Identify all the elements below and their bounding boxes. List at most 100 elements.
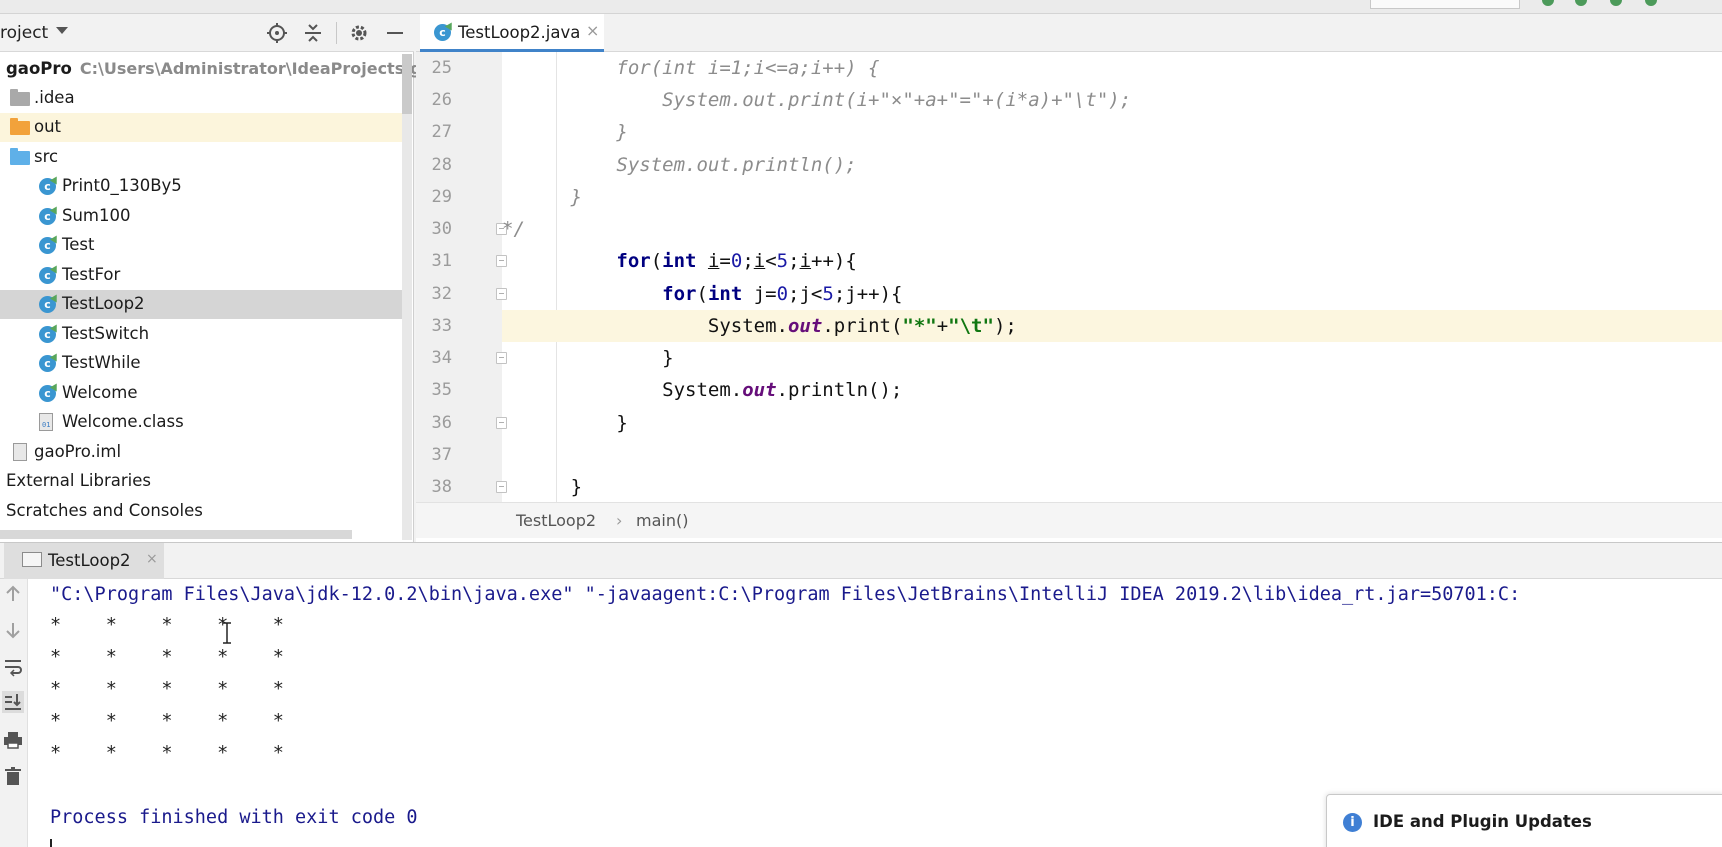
gear-icon[interactable] xyxy=(348,22,370,44)
project-scrollbar-thumb[interactable] xyxy=(402,54,412,114)
profile-icon[interactable] xyxy=(1645,0,1657,6)
tree-item-out[interactable]: out xyxy=(0,113,412,142)
tab-testloop2-java[interactable]: c TestLoop2.java × xyxy=(420,14,604,52)
run-icon[interactable] xyxy=(1542,0,1554,6)
close-icon[interactable]: × xyxy=(146,551,158,567)
folder-icon xyxy=(10,148,30,165)
run-toolbar xyxy=(0,579,28,847)
console-output-line: * * * * * xyxy=(50,615,284,636)
collapse-all-icon[interactable] xyxy=(302,22,324,44)
line-number: 38 xyxy=(431,477,452,497)
tree-item-label: .idea xyxy=(34,88,75,107)
tree-item-label: TestFor xyxy=(62,265,121,284)
tree-item-src[interactable]: src xyxy=(0,143,412,172)
code-line-current: System.out.print("*"+"\t"); xyxy=(502,310,1722,342)
run-tab-label: TestLoop2 xyxy=(48,551,131,570)
line-number: 25 xyxy=(431,58,452,78)
run-config-selector[interactable] xyxy=(1370,0,1520,9)
minimize-icon[interactable] xyxy=(384,22,406,44)
line-number: 30 xyxy=(431,219,452,239)
tree-item-testwhile[interactable]: c TestWhile xyxy=(0,349,412,378)
code-line: for(int i=1;i<=a;i++) { xyxy=(502,57,880,79)
debug-icon[interactable] xyxy=(1575,0,1587,6)
module-path: C:\Users\Administrator\IdeaProjects\gao xyxy=(79,59,444,78)
arrow-up-icon[interactable] xyxy=(2,583,24,605)
project-panel-title[interactable]: roject xyxy=(0,23,48,43)
line-number: 36 xyxy=(431,413,452,433)
code-line: for(int j=0;j<5;j++){ xyxy=(662,283,903,305)
breadcrumb-class[interactable]: TestLoop2 xyxy=(516,511,596,530)
project-horizontal-scrollbar[interactable] xyxy=(0,530,352,539)
code-line: } xyxy=(502,476,583,498)
breadcrumb-separator: › xyxy=(616,511,623,530)
tree-item-gaopro-iml[interactable]: gaoPro.iml xyxy=(0,438,412,467)
line-number: 28 xyxy=(431,155,452,175)
arrow-down-icon[interactable] xyxy=(2,619,24,641)
coverage-icon[interactable] xyxy=(1610,0,1622,6)
tree-item-external-libraries[interactable]: External Libraries xyxy=(0,467,412,496)
console-output-line: * * * * * xyxy=(50,711,284,732)
tree-item-gaopro[interactable]: gaoPro C:\Users\Administrator\IdeaProject… xyxy=(0,55,443,84)
code-line: for(int i=0;i<5;i++){ xyxy=(616,250,857,272)
tree-item-testloop2[interactable]: c TestLoop2 xyxy=(0,290,412,319)
console-output-line: * * * * * xyxy=(50,679,284,700)
breadcrumb-method[interactable]: main() xyxy=(636,511,688,530)
console-icon xyxy=(22,552,42,567)
folder-icon xyxy=(10,89,30,106)
class-icon: c xyxy=(39,296,56,313)
class-icon: c xyxy=(434,24,451,41)
tree-item-label: out xyxy=(34,117,62,136)
code-line: System.out.println(); xyxy=(502,154,857,176)
line-number: 32 xyxy=(431,284,452,304)
project-header: roject xyxy=(0,14,414,52)
chevron-down-icon[interactable] xyxy=(56,27,68,34)
console-caret xyxy=(50,839,52,847)
soft-wrap-icon[interactable] xyxy=(2,655,24,677)
folder-icon xyxy=(10,118,30,135)
tree-item-sum100[interactable]: c Sum100 xyxy=(0,202,412,231)
line-number: 34 xyxy=(431,348,452,368)
tree-item-welcome-class[interactable]: 01 Welcome.class xyxy=(0,408,412,437)
console-exit-message: Process finished with exit code 0 xyxy=(50,807,418,828)
line-number: 27 xyxy=(431,122,452,142)
tree-item-scratches[interactable]: Scratches and Consoles xyxy=(0,497,412,526)
info-icon: i xyxy=(1343,813,1362,832)
line-number-gutter: 25 26 27 28 29 30 31 32 33 34 35 36 37 3… xyxy=(416,52,507,502)
close-icon[interactable]: × xyxy=(586,21,599,40)
tree-item-idea[interactable]: .idea xyxy=(0,84,412,113)
console-output-line: * * * * * xyxy=(50,743,284,764)
class-icon: c xyxy=(39,178,56,195)
tree-item-testfor[interactable]: c TestFor xyxy=(0,261,412,290)
console-command-line: "C:\Program Files\Java\jdk-12.0.2\bin\ja… xyxy=(50,584,1521,605)
tree-item-print0-130by5[interactable]: c Print0_130By5 xyxy=(0,172,412,201)
tree-item-label: gaoPro C:\Users\Administrator\IdeaProject… xyxy=(6,59,444,78)
tree-item-label: TestLoop2 xyxy=(62,294,145,313)
code-line: System.out.println(); xyxy=(502,379,903,401)
tree-item-test[interactable]: c Test xyxy=(0,231,412,260)
line-number: 29 xyxy=(431,187,452,207)
tree-item-testswitch[interactable]: c TestSwitch xyxy=(0,320,412,349)
project-tool-window: roject gaoPro C:\Users\Administrator\Idea… xyxy=(0,14,443,542)
line-number: 37 xyxy=(431,445,452,465)
breadcrumb: TestLoop2 › main() xyxy=(416,502,1722,538)
updates-notification[interactable]: i IDE and Plugin Updates xyxy=(1326,794,1722,847)
trash-icon[interactable] xyxy=(2,765,24,787)
class-icon: c xyxy=(39,267,56,284)
code-area[interactable]: for(int i=1;i<=a;i++) { System.out.print… xyxy=(502,52,1722,502)
tree-item-welcome[interactable]: c Welcome xyxy=(0,379,412,408)
print-icon[interactable] xyxy=(2,729,24,751)
locate-icon[interactable] xyxy=(266,22,288,44)
scroll-to-end-icon[interactable] xyxy=(2,691,24,713)
tab-run-testloop2[interactable]: TestLoop2 × xyxy=(4,543,164,579)
tree-item-label: Welcome.class xyxy=(62,412,184,431)
top-toolbar-strip xyxy=(0,0,1722,14)
project-scrollbar[interactable] xyxy=(402,54,412,540)
tree-item-label: External Libraries xyxy=(6,471,151,490)
tree-item-label: Welcome xyxy=(62,383,138,402)
code-line: System.out.print(i+"×"+a+"="+(i*a)+"\t")… xyxy=(502,89,1132,111)
code-line: } xyxy=(502,347,674,369)
class-icon: c xyxy=(39,385,56,402)
code-line: } xyxy=(502,412,628,434)
tree-item-label: TestWhile xyxy=(62,353,141,372)
